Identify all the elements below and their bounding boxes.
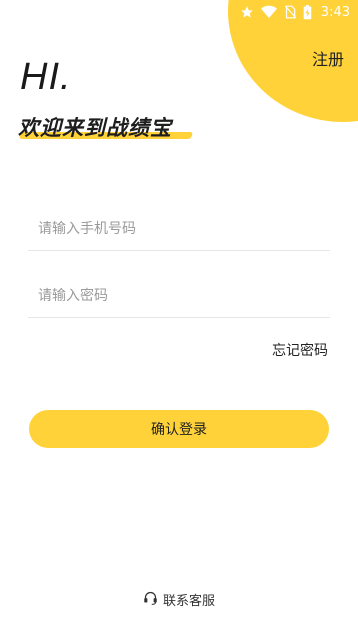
phone-input[interactable] <box>28 207 330 250</box>
status-bar: 3:43 <box>240 0 358 24</box>
contact-support-link[interactable]: 联系客服 <box>0 590 358 609</box>
login-screen: 3:43 注册 HI. 欢迎来到战绩宝 忘记密码 确认登录 联系客服 <box>0 0 358 636</box>
login-button[interactable]: 确认登录 <box>29 410 329 448</box>
welcome-text: 欢迎来到战绩宝 <box>18 116 172 140</box>
welcome-banner: 欢迎来到战绩宝 <box>18 112 194 142</box>
headset-icon <box>143 590 158 609</box>
password-input[interactable] <box>28 274 330 317</box>
phone-field <box>28 207 330 251</box>
wifi-icon <box>260 5 277 19</box>
register-link[interactable]: 注册 <box>312 46 344 70</box>
password-field <box>28 274 330 318</box>
greeting-title: HI. <box>20 56 72 98</box>
battery-charging-icon <box>303 4 312 20</box>
no-sim-icon <box>284 5 296 19</box>
forgot-password-link[interactable]: 忘记密码 <box>272 340 328 360</box>
star-icon <box>240 5 254 19</box>
contact-label: 联系客服 <box>162 594 215 609</box>
status-time: 3:43 <box>320 4 350 20</box>
